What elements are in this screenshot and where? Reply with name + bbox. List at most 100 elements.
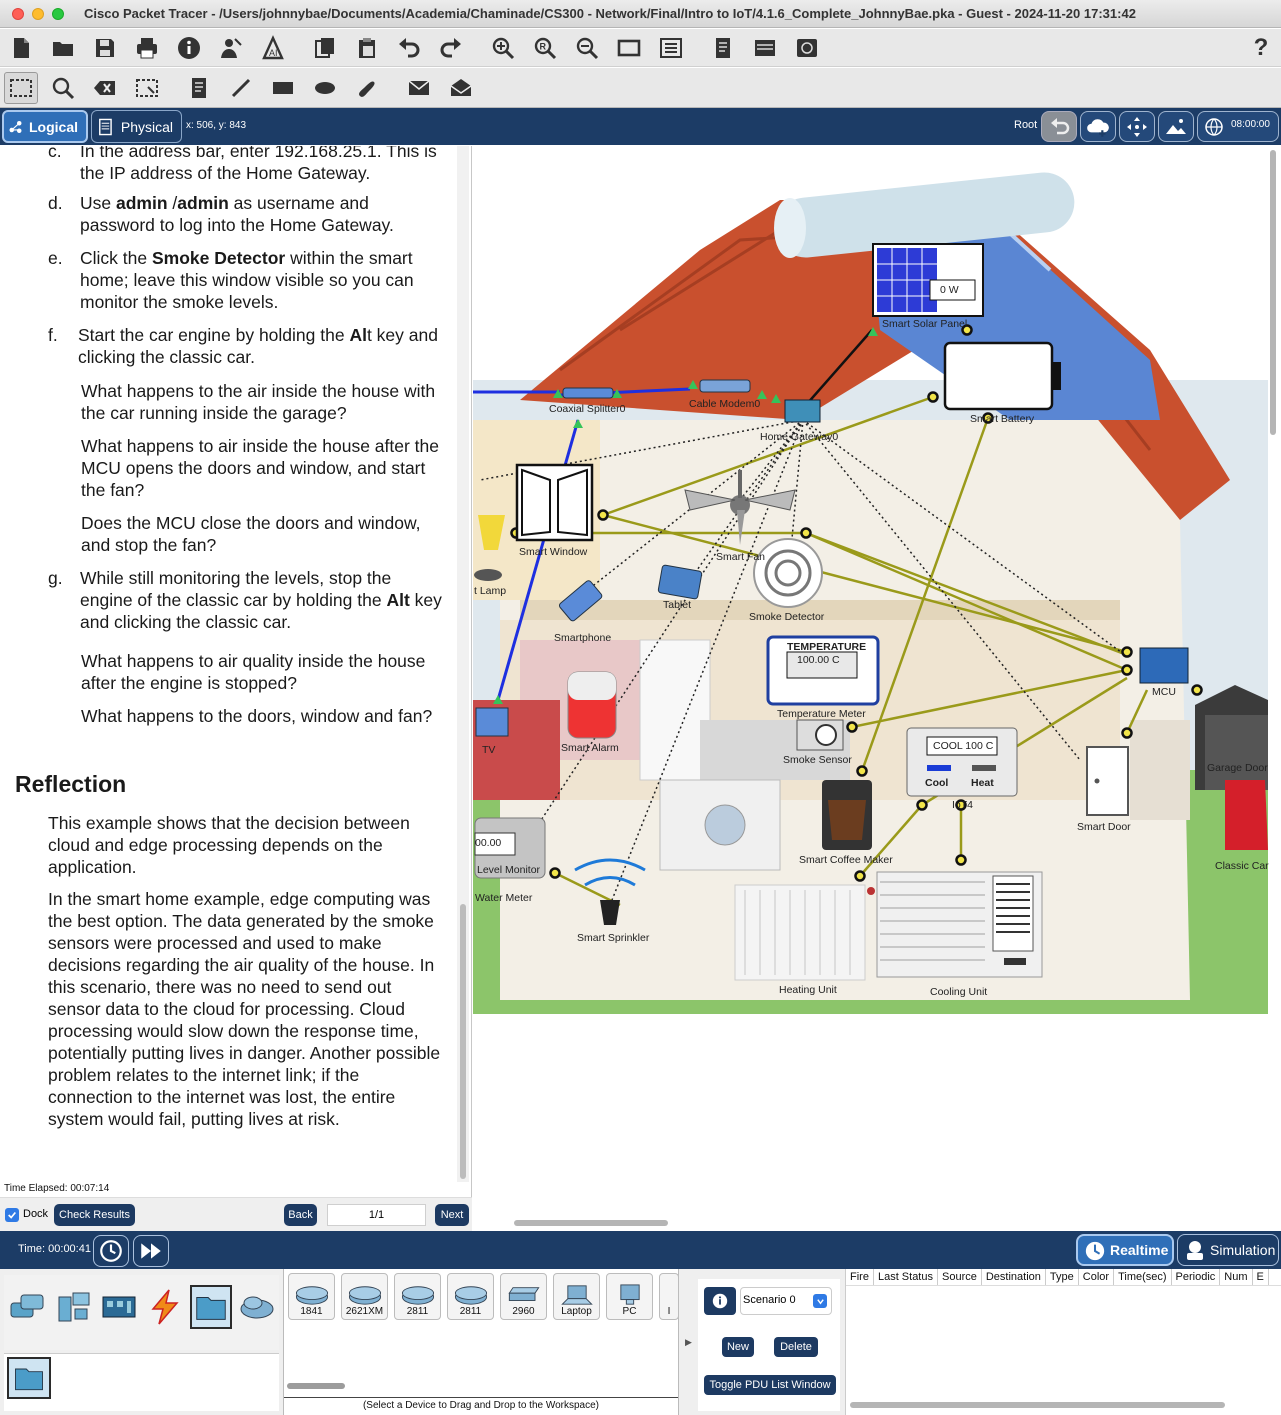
move-object-icon[interactable]: [1119, 111, 1155, 142]
instructions-scrollbar[interactable]: [457, 146, 469, 1182]
workspace-horizontal-thumb[interactable]: [514, 1220, 668, 1226]
logical-tab[interactable]: Logical: [2, 110, 88, 143]
device-item[interactable]: 2811: [447, 1273, 494, 1320]
col-source[interactable]: Source: [938, 1269, 982, 1285]
paste-icon[interactable]: [352, 33, 382, 63]
select-tool-icon[interactable]: [4, 72, 38, 104]
end-devices-icon[interactable]: [52, 1285, 94, 1329]
col-destination[interactable]: Destination: [982, 1269, 1046, 1285]
activity-wizard-icon[interactable]: [216, 33, 246, 63]
instructions-scrollbar-thumb[interactable]: [460, 904, 466, 1179]
back-to-parent-icon[interactable]: [1041, 111, 1077, 142]
zoom-window-button[interactable]: [52, 8, 64, 20]
garage-door-label[interactable]: Garage Door: [1207, 762, 1268, 774]
workspace-vertical-thumb[interactable]: [1270, 150, 1276, 435]
page-indicator[interactable]: 1/1: [327, 1204, 426, 1226]
minimize-window-button[interactable]: [32, 8, 44, 20]
device-item[interactable]: 2621XM: [341, 1273, 388, 1320]
back-button[interactable]: Back: [284, 1204, 317, 1226]
redo-icon[interactable]: [436, 33, 466, 63]
temperature-meter-label[interactable]: Temperature Meter: [777, 708, 866, 720]
inspect-icon[interactable]: [48, 73, 78, 103]
logical-workspace[interactable]: 0 W TEMPERATURE 100.00 C 00.00 Level Mon…: [473, 146, 1281, 1231]
complex-pdu-icon[interactable]: [446, 73, 476, 103]
smart-battery-label[interactable]: Smart Battery: [970, 413, 1035, 425]
draw-ellipse-icon[interactable]: [310, 73, 340, 103]
place-note-icon[interactable]: [184, 73, 214, 103]
network-devices-icon[interactable]: [6, 1285, 48, 1329]
device-item[interactable]: PC: [606, 1273, 653, 1320]
resize-shape-icon[interactable]: [132, 73, 162, 103]
device-dialog-icon[interactable]: [750, 33, 780, 63]
expand-arrow-icon[interactable]: ▶: [685, 1337, 692, 1348]
tv-label[interactable]: TV: [482, 744, 495, 756]
multiuser-icon[interactable]: [236, 1285, 278, 1329]
draw-line-icon[interactable]: [226, 73, 256, 103]
toggle-pdu-list-button[interactable]: Toggle PDU List Window: [704, 1375, 836, 1395]
scenario-info-icon[interactable]: [704, 1287, 736, 1315]
smart-sprinkler-label[interactable]: Smart Sprinkler: [577, 932, 650, 944]
dock-checkbox[interactable]: [5, 1208, 19, 1222]
physical-tab[interactable]: Physical: [91, 110, 182, 143]
open-folder-icon[interactable]: [48, 33, 78, 63]
next-button[interactable]: Next: [435, 1204, 469, 1226]
col-periodic[interactable]: Periodic: [1172, 1269, 1221, 1285]
components-icon[interactable]: [98, 1285, 140, 1329]
mcu-label[interactable]: MCU: [1152, 686, 1176, 698]
simple-pdu-icon[interactable]: [404, 73, 434, 103]
home-gateway-label[interactable]: Home Gateway0: [760, 431, 838, 443]
device-item[interactable]: 2960: [500, 1273, 547, 1320]
save-icon[interactable]: [90, 33, 120, 63]
notes-icon[interactable]: [708, 33, 738, 63]
zoom-in-icon[interactable]: [488, 33, 518, 63]
col-num[interactable]: Num: [1220, 1269, 1253, 1285]
close-window-button[interactable]: [12, 8, 24, 20]
miscellaneous-icon[interactable]: [190, 1285, 232, 1329]
drawing-palette-icon[interactable]: [614, 33, 644, 63]
device-list-scroll-thumb[interactable]: [287, 1383, 345, 1389]
device-item[interactable]: Laptop: [553, 1273, 600, 1320]
help-icon[interactable]: ?: [1246, 33, 1276, 63]
device-item[interactable]: 2811: [394, 1273, 441, 1320]
smart-door-label[interactable]: Smart Door: [1077, 821, 1131, 833]
col-type[interactable]: Type: [1046, 1269, 1079, 1285]
cloud-cluster-icon[interactable]: [1080, 111, 1116, 142]
smart-alarm-label[interactable]: Smart Alarm: [561, 742, 619, 754]
power-cycle-devices-icon[interactable]: [93, 1235, 129, 1267]
coffee-maker-label[interactable]: Smart Coffee Maker: [799, 854, 893, 866]
cooling-unit-label[interactable]: Cooling Unit: [930, 986, 987, 998]
smart-window-label[interactable]: Smart Window: [519, 546, 588, 558]
chevron-down-icon[interactable]: [813, 1294, 827, 1308]
misc-folder-icon[interactable]: [7, 1357, 51, 1399]
col-last-status[interactable]: Last Status: [874, 1269, 938, 1285]
heating-unit-label[interactable]: Heating Unit: [779, 984, 837, 996]
set-background-icon[interactable]: [1158, 111, 1194, 142]
device-item[interactable]: I: [659, 1273, 679, 1320]
custom-devices-icon[interactable]: [656, 33, 686, 63]
connections-icon[interactable]: [144, 1285, 186, 1329]
new-scenario-button[interactable]: New: [722, 1337, 754, 1357]
pdu-table-scrollbar[interactable]: [850, 1402, 1225, 1408]
zoom-reset-icon[interactable]: R: [530, 33, 560, 63]
new-file-icon[interactable]: [6, 33, 36, 63]
smoke-sensor-label[interactable]: Smoke Sensor: [783, 754, 852, 766]
delete-icon[interactable]: [90, 73, 120, 103]
realtime-mode-button[interactable]: Realtime: [1076, 1234, 1174, 1266]
col-fire[interactable]: Fire: [846, 1269, 874, 1285]
delete-scenario-button[interactable]: Delete: [774, 1337, 818, 1357]
col-color[interactable]: Color: [1079, 1269, 1115, 1285]
classic-car-label[interactable]: Classic Car: [1215, 860, 1269, 872]
info-icon[interactable]: [174, 33, 204, 63]
smart-lamp-label[interactable]: t Lamp: [474, 585, 506, 597]
check-results-button[interactable]: Check Results: [54, 1204, 135, 1226]
zoom-out-icon[interactable]: [572, 33, 602, 63]
scenario-select[interactable]: Scenario 0: [740, 1287, 832, 1315]
fast-forward-icon[interactable]: [133, 1235, 169, 1267]
coaxial-splitter-label[interactable]: Coaxial Splitter0: [549, 403, 626, 415]
simulation-mode-button[interactable]: Simulation: [1177, 1234, 1279, 1266]
web-view-icon[interactable]: [792, 33, 822, 63]
smoke-detector-label[interactable]: Smoke Detector: [749, 611, 825, 623]
freeform-icon[interactable]: [352, 73, 382, 103]
copy-icon[interactable]: [310, 33, 340, 63]
cable-modem-label[interactable]: Cable Modem0: [689, 398, 760, 410]
